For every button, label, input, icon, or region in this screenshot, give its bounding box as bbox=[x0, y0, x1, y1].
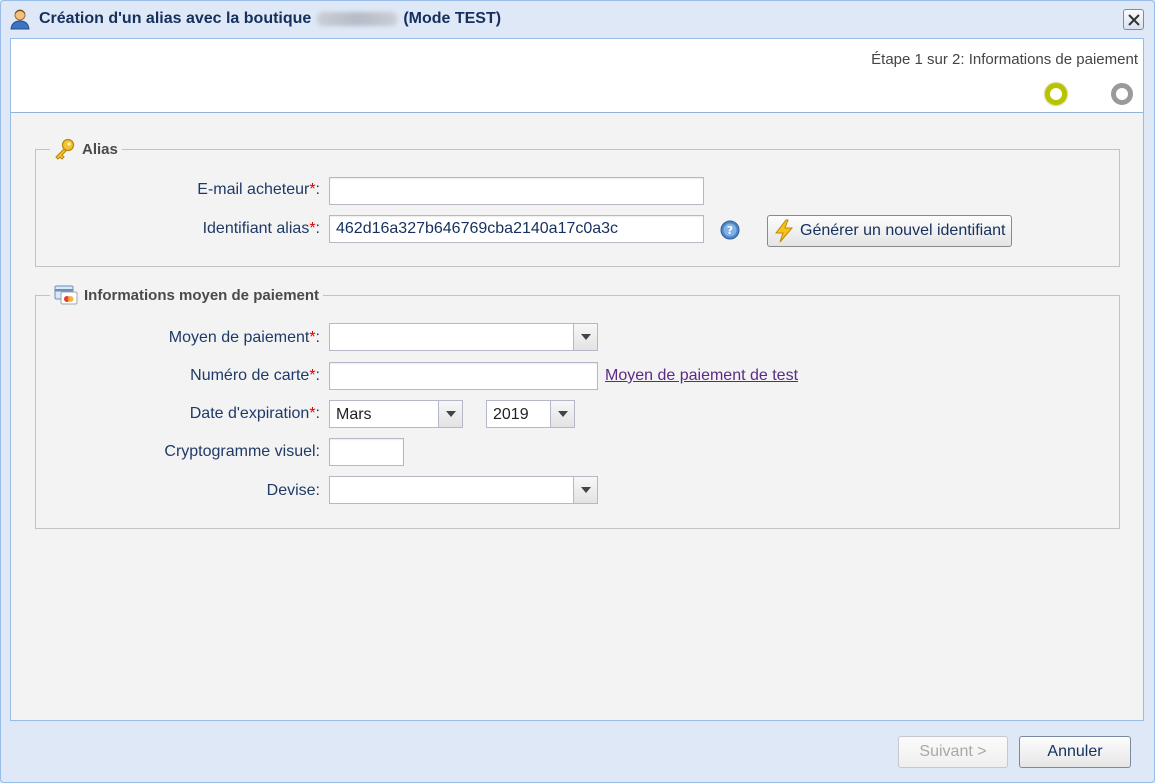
step-text: Étape 1 sur 2: Informations de paiement bbox=[871, 51, 1138, 68]
payment-legend: Informations moyen de paiement bbox=[50, 284, 324, 306]
step-1-active-dot bbox=[1045, 83, 1067, 105]
currency-select[interactable] bbox=[329, 476, 598, 504]
cancel-button[interactable]: Annuler bbox=[1019, 736, 1131, 768]
email-label: E-mail acheteur*: bbox=[197, 181, 320, 198]
alias-fieldset: Alias E-mail acheteur*: Identifiant alia… bbox=[35, 138, 1120, 267]
chevron-down-icon[interactable] bbox=[550, 401, 574, 427]
email-field[interactable] bbox=[329, 177, 704, 205]
currency-label: Devise: bbox=[266, 482, 320, 499]
payment-fieldset: Informations moyen de paiement Moyen de … bbox=[35, 284, 1120, 529]
close-icon bbox=[1127, 13, 1140, 26]
cvv-label: Cryptogramme visuel: bbox=[164, 443, 320, 460]
svg-text:?: ? bbox=[727, 224, 733, 237]
title-bar: Création d'un alias avec la boutique (Mo… bbox=[1, 1, 1154, 37]
user-icon bbox=[10, 9, 30, 30]
step-2-inactive-dot bbox=[1111, 83, 1133, 105]
step-indicator: Étape 1 sur 2: Informations de paiement bbox=[11, 39, 1143, 113]
dialog-window: Création d'un alias avec la boutique (Mo… bbox=[0, 0, 1155, 783]
card-icon bbox=[54, 285, 78, 305]
close-button[interactable] bbox=[1123, 9, 1144, 30]
key-icon bbox=[55, 138, 75, 160]
shop-name-blurred bbox=[317, 12, 398, 26]
expiration-month-select[interactable]: Mars bbox=[329, 400, 463, 428]
alias-legend-text: Alias bbox=[82, 140, 118, 158]
payment-legend-text: Informations moyen de paiement bbox=[84, 286, 320, 304]
expiration-label: Date d'expiration*: bbox=[189, 405, 320, 422]
generate-identifier-label: Générer un nouvel identifiant bbox=[800, 222, 1006, 239]
card-number-label: Numéro de carte*: bbox=[190, 367, 320, 384]
dialog-title-suffix: (Mode TEST) bbox=[403, 10, 502, 27]
alias-id-field[interactable] bbox=[329, 215, 704, 243]
lightning-icon bbox=[774, 219, 794, 243]
alias-legend: Alias bbox=[50, 138, 122, 160]
cvv-field[interactable] bbox=[329, 438, 404, 466]
generate-identifier-button[interactable]: Générer un nouvel identifiant bbox=[767, 215, 1013, 247]
dialog-title-prefix: Création d'un alias avec la boutique bbox=[39, 10, 312, 27]
alias-id-label: Identifiant alias*: bbox=[202, 220, 320, 237]
card-number-field[interactable] bbox=[329, 362, 598, 390]
expiration-year-value: 2019 bbox=[493, 406, 529, 423]
chevron-down-icon[interactable] bbox=[573, 477, 597, 503]
payment-method-select[interactable] bbox=[329, 323, 598, 351]
next-button[interactable]: Suivant > bbox=[898, 736, 1008, 768]
chevron-down-icon[interactable] bbox=[573, 324, 597, 350]
dialog-body: Étape 1 sur 2: Informations de paiement … bbox=[10, 38, 1144, 721]
payment-method-label: Moyen de paiement*: bbox=[168, 329, 320, 346]
chevron-down-icon[interactable] bbox=[438, 401, 462, 427]
expiration-year-select[interactable]: 2019 bbox=[486, 400, 575, 428]
expiration-month-value: Mars bbox=[336, 406, 372, 423]
help-icon[interactable]: ? bbox=[720, 220, 740, 240]
test-payment-method-link[interactable]: Moyen de paiement de test bbox=[605, 367, 798, 385]
